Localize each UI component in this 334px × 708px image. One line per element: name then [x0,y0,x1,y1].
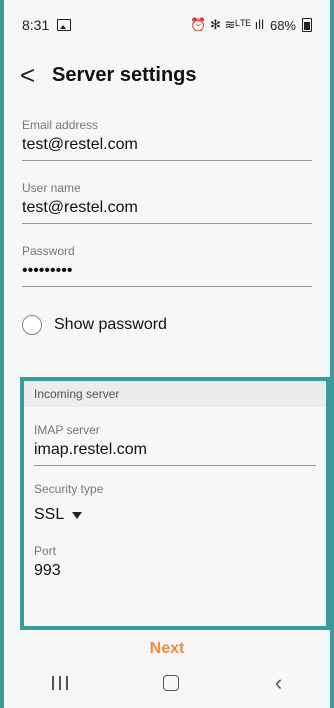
next-button[interactable]: Next [4,640,330,658]
port-label: Port [34,544,57,558]
password-field[interactable]: Password ••••••••• [4,244,330,287]
imap-server-underline [34,465,316,466]
settings-form: Email address test@restel.com User name … [4,118,330,343]
username-field[interactable]: User name test@restel.com [4,181,330,224]
phone-screen: 8:31 ⏰ ✻ ≋ᴸᵀᴱ ıll 68% < Server settings … [4,0,330,708]
username-label: User name [22,181,81,195]
status-icons: ⏰ ✻ ≋ᴸᵀᴱ ıll [190,17,264,32]
gallery-notification-icon [57,19,72,31]
imap-server-field[interactable]: IMAP server imap.restel.com [24,423,326,466]
page-title: Server settings [52,63,197,86]
incoming-server-header: Incoming server [24,381,326,407]
imap-server-label: IMAP server [34,423,100,437]
home-icon[interactable] [163,675,180,691]
port-field[interactable]: Port 993 [24,544,326,580]
password-underline [22,286,312,287]
app-bar: < Server settings [4,50,330,100]
security-type-label: Security type [34,482,104,496]
imap-server-value[interactable]: imap.restel.com [34,441,316,459]
email-label: Email address [22,118,99,132]
status-bar: 8:31 ⏰ ✻ ≋ᴸᵀᴱ ıll 68% [4,0,330,50]
battery-icon [302,18,312,32]
show-password-label: Show password [54,316,167,333]
back-arrow-icon[interactable]: < [20,62,38,88]
email-underline [22,160,312,161]
security-type-field[interactable]: Security type SSL [24,482,326,524]
show-password-toggle[interactable]: Show password [4,307,330,343]
password-value[interactable]: ••••••••• [22,262,312,280]
incoming-server-highlight: Incoming server IMAP server imap.restel.… [20,377,330,630]
username-value[interactable]: test@restel.com [22,199,312,217]
port-value[interactable]: 993 [34,562,316,580]
password-label: Password [22,244,75,258]
email-value[interactable]: test@restel.com [22,136,312,154]
recents-icon[interactable] [51,676,68,690]
dropdown-arrow-icon [72,511,83,519]
email-field[interactable]: Email address test@restel.com [4,118,330,161]
security-type-dropdown[interactable]: SSL [34,506,316,524]
show-password-radio[interactable] [22,315,42,335]
security-type-value: SSL [34,506,65,523]
back-nav-icon[interactable]: ‹ [275,672,282,694]
status-time: 8:31 [22,17,50,33]
username-underline [22,223,312,224]
battery-percent: 68% [269,17,296,33]
system-nav-bar: ‹ [4,658,330,708]
